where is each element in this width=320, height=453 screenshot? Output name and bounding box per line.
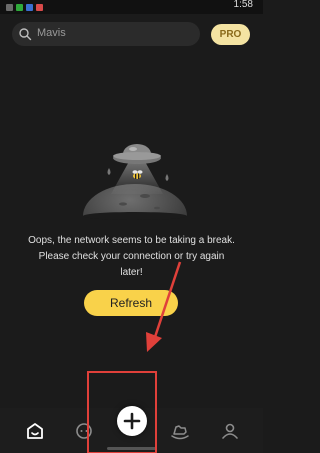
status-time: 1:58 — [233, 0, 253, 10]
rocking-horse-icon[interactable] — [169, 420, 191, 442]
search-placeholder: Mavis — [37, 27, 66, 39]
error-line: Please check your connection or try agai… — [38, 251, 225, 262]
search-row: Mavis PRO — [12, 22, 252, 46]
notification-icon — [36, 3, 43, 11]
network-error-message: Oops, the network seems to be taking a b… — [20, 233, 243, 281]
search-icon — [19, 28, 32, 41]
error-line: Oops, the network seems to be taking a b… — [28, 235, 235, 246]
status-bar: 1:58 — [0, 0, 263, 14]
notification-icon — [16, 3, 23, 11]
notification-icon — [26, 3, 33, 11]
ufo-illustration — [75, 144, 195, 230]
annotation-arrowhead — [146, 332, 162, 352]
error-line: later! — [120, 267, 143, 278]
pro-badge[interactable]: PRO — [211, 24, 250, 45]
status-notification-icons — [6, 0, 43, 14]
chat-icon[interactable] — [73, 420, 95, 442]
notification-icon — [6, 3, 13, 11]
home-indicator — [107, 447, 157, 450]
person-icon[interactable] — [219, 420, 241, 442]
search-input[interactable]: Mavis — [12, 22, 200, 46]
plus-icon — [123, 412, 141, 430]
create-button[interactable] — [117, 406, 147, 436]
home-icon[interactable] — [24, 420, 46, 442]
refresh-button[interactable]: Refresh — [84, 290, 178, 316]
